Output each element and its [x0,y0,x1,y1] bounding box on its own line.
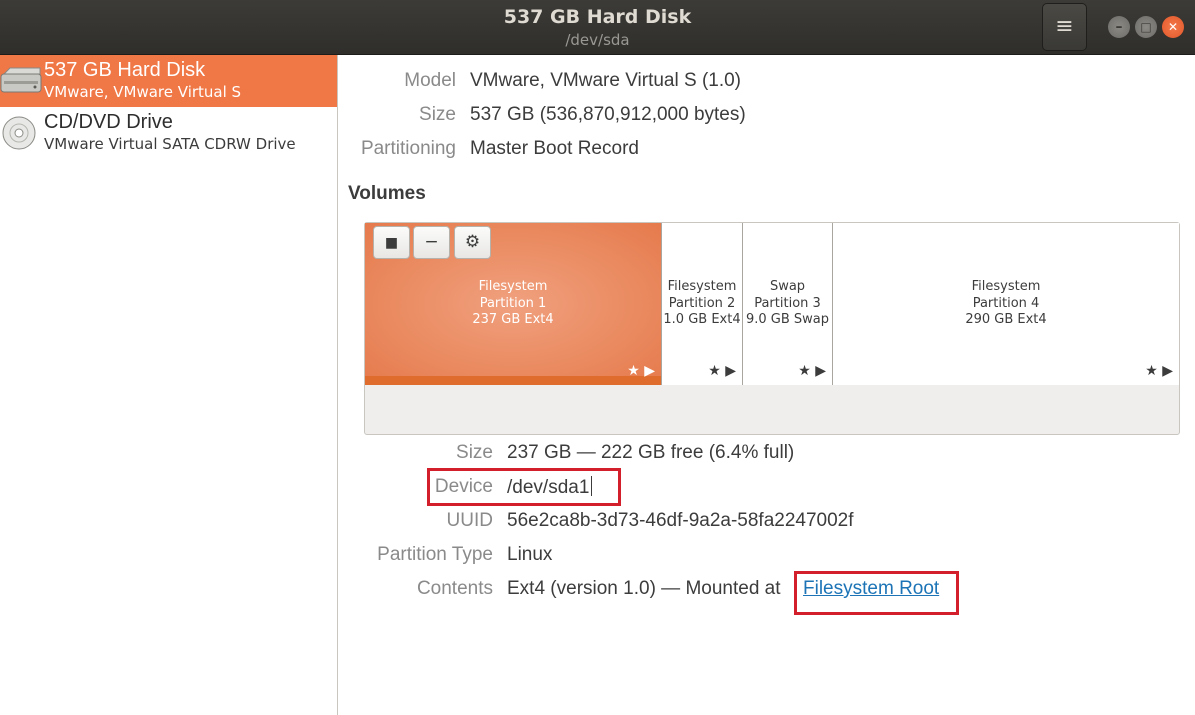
partition-4-block[interactable]: Filesystem Partition 4 290 GB Ext4 ★ ▶ [833,223,1179,385]
partition-name-label: Partition 2 [668,295,736,311]
uuid-label: UUID [446,510,493,531]
size-value: 537 GB (536,870,912,000 bytes) [470,104,746,125]
partition-type-label: Filesystem [971,279,1041,294]
partition-type-label: Filesystem [478,279,548,294]
size-label: Size [419,104,456,125]
optical-drive-icon [2,116,36,150]
contents-value: Ext4 (version 1.0) — Mounted at [507,578,781,600]
sidebar-item-hard-disk[interactable]: 537 GB Hard Disk VMware, VMware Virtual … [0,55,337,107]
filesystem-root-highlight-box [794,571,959,615]
uuid-value: 56e2ca8b-3d73-46df-9a2a-58fa2247002f [507,510,854,531]
minimize-button[interactable]: – [1108,16,1130,38]
sidebar-item-cd-dvd-drive[interactable]: CD/DVD Drive VMware Virtual SATA CDRW Dr… [0,107,337,159]
sidebar-item-name: 537 GB Hard Disk [44,59,206,81]
sidebar-item-name: CD/DVD Drive [44,111,173,133]
partition-size-label: 9.0 GB Swap [745,312,830,327]
model-value: VMware, VMware Virtual S (1.0) [470,70,742,91]
hamburger-menu-icon: ≡ [1055,14,1074,39]
close-icon: ✕ [1167,20,1179,34]
partition-type-label: Filesystem [667,279,737,294]
partition-name-label: Partition 1 [479,295,547,311]
title-bar: 537 GB Hard Disk /dev/sda ≡ – □ ✕ [0,0,1195,55]
maximize-button[interactable]: □ [1135,16,1157,38]
model-label: Model [404,70,456,91]
maximize-icon: □ [1140,20,1152,34]
gears-icon: ⚙ [464,232,481,252]
partition-type-label: Partition Type [377,544,493,565]
minimize-icon: – [1115,19,1123,35]
sidebar-item-description: VMware, VMware Virtual S [44,83,242,101]
partition-size-label: 290 GB Ext4 [965,312,1047,327]
delete-partition-button[interactable]: − [413,226,450,259]
star-play-icon: ★ ▶ [798,363,826,379]
star-play-icon: ★ ▶ [1145,363,1173,379]
close-button[interactable]: ✕ [1162,16,1184,38]
hamburger-menu-button[interactable]: ≡ [1042,3,1087,51]
partition-size-label: 1.0 GB Ext4 [663,312,741,327]
window-subtitle: /dev/sda [565,31,630,49]
star-play-icon: ★ ▶ [708,363,736,379]
device-highlight-box [427,468,621,506]
window-title: 537 GB Hard Disk [503,6,692,28]
contents-text: Ext4 (version 1.0) — Mounted at [507,578,781,599]
stop-icon: ■ [384,235,399,251]
volume-size-value: 237 GB — 222 GB free (6.4% full) [507,442,795,463]
partition-type-value: Linux [507,544,553,565]
volumes-heading: Volumes [348,183,426,204]
partition-type-label: Swap [769,279,806,294]
sidebar-item-description: VMware Virtual SATA CDRW Drive [44,135,296,153]
unmount-button[interactable]: ■ [373,226,410,259]
partition-name-label: Partition 3 [754,295,821,311]
partition-settings-button[interactable]: ⚙ [454,226,491,259]
partition-size-label: 237 GB Ext4 [472,312,554,327]
partition-2-block[interactable]: Filesystem Partition 2 1.0 GB Ext4 ★ ▶ [662,223,743,385]
partition-3-block[interactable]: Swap Partition 3 9.0 GB Swap ★ ▶ [743,223,833,385]
star-play-icon: ★ ▶ [627,363,655,379]
contents-label: Contents [416,578,493,599]
minus-icon: − [424,232,439,252]
hard-disk-icon [0,67,42,93]
partitioning-value: Master Boot Record [470,138,639,159]
drive-list-sidebar: 537 GB Hard Disk VMware, VMware Virtual … [0,55,338,715]
disk-details-panel: Model VMware, VMware Virtual S (1.0) Siz… [339,55,1195,715]
volume-size-label: Size [456,442,493,463]
partition-name-label: Partition 4 [972,295,1040,311]
partitioning-label: Partitioning [360,138,456,159]
